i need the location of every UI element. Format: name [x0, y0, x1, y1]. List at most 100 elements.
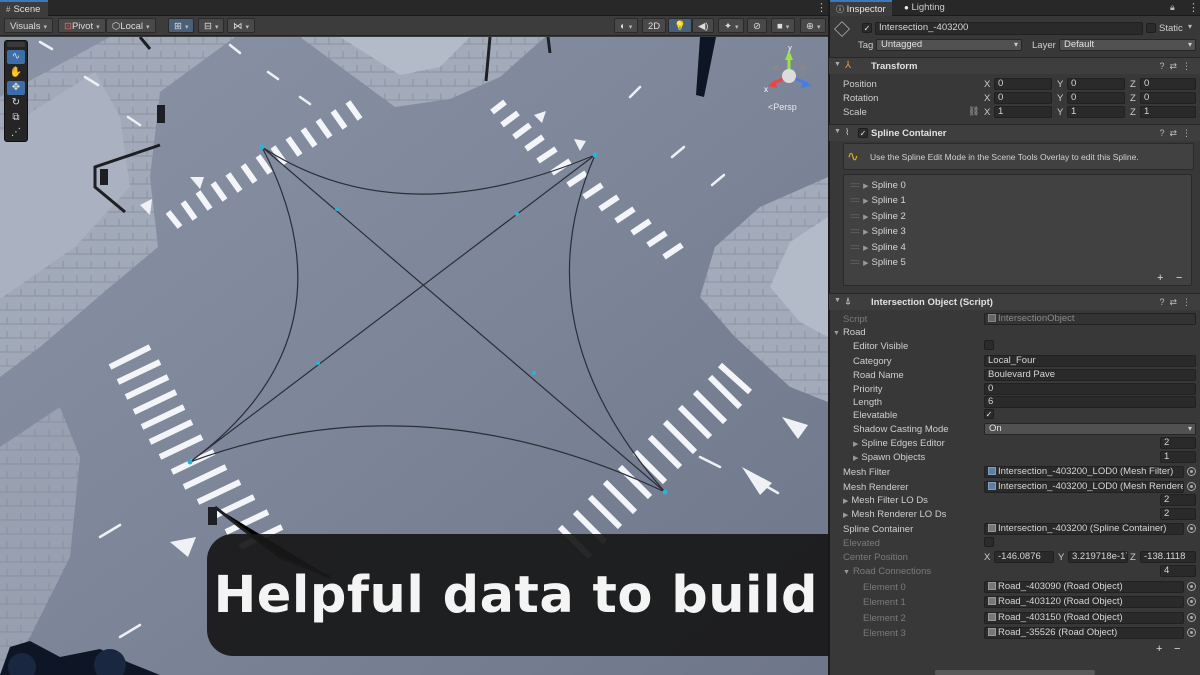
object-picker-icon[interactable] [1187, 628, 1196, 637]
spline-edges-foldout[interactable]: ▶ Spline Edges Editor [853, 438, 945, 449]
list-item[interactable]: == ▶ Spline 3 [850, 226, 906, 237]
shading-dropdown[interactable]: ◐ ▾ [614, 18, 639, 33]
component-header-icons[interactable]: ?⇄⋮ [1159, 128, 1196, 139]
object-picker-icon[interactable] [1187, 524, 1196, 533]
priority-field[interactable]: 0 [984, 383, 1196, 395]
tab-lighting[interactable]: ● Lighting [898, 0, 951, 16]
object-picker-icon[interactable] [1187, 482, 1196, 491]
mesh-renderer-lods-foldout[interactable]: ▶ Mesh Renderer LO Ds [843, 509, 946, 520]
center-z-field[interactable]: -138.1118 [1140, 551, 1196, 563]
lock-icon[interactable]: 🔒︎ [1170, 2, 1175, 13]
lighting-toggle[interactable]: 💡 [668, 18, 692, 33]
audio-toggle[interactable]: ◀) [692, 18, 715, 33]
spline-edges-count[interactable]: 2 [1160, 437, 1196, 449]
hand-tool-icon[interactable]: ✋ [7, 66, 25, 80]
foldout-arrow-icon[interactable]: ▼ [834, 297, 841, 304]
scene-menu-icon[interactable]: ⋮ [816, 1, 827, 15]
effects-dropdown[interactable]: ✦ ▾ [718, 18, 745, 33]
tab-inspector[interactable]: ⓘ Inspector [830, 0, 892, 16]
intersection-object-header[interactable]: ▼ ⍋ Intersection Object (Script) ?⇄⋮ [829, 293, 1200, 310]
object-picker-icon[interactable] [1187, 597, 1196, 606]
road-connection-field[interactable]: Road_-35526 (Road Object) [984, 627, 1184, 639]
transform-header[interactable]: ▼ ⅄ Transform ?⇄⋮ [829, 57, 1200, 74]
list-item[interactable]: == ▶ Spline 2 [850, 211, 906, 222]
road-connections-count[interactable]: 4 [1160, 565, 1196, 577]
road-connection-field[interactable]: Road_-403090 (Road Object) [984, 581, 1184, 593]
position-x-field[interactable]: 0 [994, 78, 1052, 90]
foldout-arrow-icon[interactable]: ▼ [834, 61, 841, 68]
road-connection-field[interactable]: Road_-403120 (Road Object) [984, 596, 1184, 608]
rotation-z-field[interactable]: 0 [1140, 92, 1196, 104]
active-checkbox[interactable]: ✓ [862, 23, 872, 33]
layer-dropdown[interactable]: Default [1059, 39, 1196, 51]
tag-dropdown[interactable]: Untagged [876, 39, 1022, 51]
rotation-x-field[interactable]: 0 [994, 92, 1052, 104]
static-checkbox[interactable] [1146, 23, 1156, 33]
rotation-y-field[interactable]: 0 [1067, 92, 1125, 104]
add-connection-button[interactable]: + [1156, 643, 1162, 655]
road-name-field[interactable]: Boulevard Pave [984, 369, 1196, 381]
move-tool-icon[interactable]: ✥ [7, 81, 25, 95]
increment-snap-button[interactable]: ⊟ ▾ [198, 18, 225, 33]
list-item[interactable]: == ▶ Spline 5 [850, 257, 906, 268]
foldout-arrow-icon[interactable]: ▼ [834, 128, 841, 135]
add-spline-button[interactable]: + [1157, 272, 1163, 284]
scene-view[interactable]: # Scene ⋮ Visuals ▾ ⊡Pivot ▾ ⬡Local ▾ ⊞ ▾ ⊟ ▾ … [0, 0, 989, 675]
scale-y-field[interactable]: 1 [1067, 106, 1125, 118]
spline-container-header[interactable]: ▼ ⌇ ✓ Spline Container ?⇄⋮ [829, 124, 1200, 141]
mesh-filter-lods-count[interactable]: 2 [1160, 494, 1196, 506]
road-foldout[interactable]: ▼ Road [833, 327, 866, 338]
shadow-casting-dropdown[interactable]: On [984, 423, 1196, 435]
inspector-menu-icon[interactable]: ⋮ [1188, 1, 1199, 14]
spawn-objects-foldout[interactable]: ▶ Spawn Objects [853, 452, 925, 463]
scale-x-field[interactable]: 1 [994, 106, 1052, 118]
add-component-button[interactable] [935, 670, 1095, 675]
scale-z-field[interactable]: 1 [1140, 106, 1196, 118]
length-field[interactable]: 6 [984, 396, 1196, 408]
spline-tool-icon[interactable]: ∿ [7, 50, 25, 64]
hidden-objects-toggle[interactable]: ⊘ [747, 18, 767, 33]
align-button[interactable]: ⋈ ▾ [227, 18, 256, 33]
list-item[interactable]: == ▶ Spline 4 [850, 242, 906, 253]
mesh-filter-lods-foldout[interactable]: ▶ Mesh Filter LO Ds [843, 495, 928, 506]
custom-tool-icon[interactable]: ⋰ [7, 126, 25, 140]
mesh-renderer-lods-count[interactable]: 2 [1160, 508, 1196, 520]
spline-container-ref-field[interactable]: Intersection_-403200 (Spline Container) [984, 523, 1184, 535]
position-z-field[interactable]: 0 [1140, 78, 1196, 90]
road-connections-foldout[interactable]: ▼ Road Connections [843, 566, 931, 577]
rotate-tool-icon[interactable]: ↻ [7, 96, 25, 110]
spawn-objects-count[interactable]: 1 [1160, 451, 1196, 463]
visuals-dropdown[interactable]: Visuals ▾ [4, 18, 53, 33]
object-name-field[interactable]: Intersection_-403200 [875, 22, 1143, 35]
local-dropdown[interactable]: ⬡Local ▾ [106, 18, 156, 33]
editor-visible-checkbox[interactable] [984, 340, 994, 350]
object-picker-icon[interactable] [1187, 613, 1196, 622]
tab-scene[interactable]: # Scene [0, 0, 49, 16]
gizmos-dropdown[interactable]: ⊕ ▾ [800, 18, 827, 33]
center-y-field[interactable]: 3.219718e-17 [1068, 551, 1128, 563]
object-picker-icon[interactable] [1187, 582, 1196, 591]
component-header-icons[interactable]: ?⇄⋮ [1159, 61, 1196, 72]
list-item[interactable]: == ▶ Spline 1 [850, 195, 906, 206]
remove-spline-button[interactable]: − [1176, 272, 1182, 284]
component-header-icons[interactable]: ?⇄⋮ [1159, 297, 1196, 308]
center-x-field[interactable]: -146.0876 [994, 551, 1054, 563]
road-connection-field[interactable]: Road_-403150 (Road Object) [984, 612, 1184, 624]
object-picker-icon[interactable] [1187, 467, 1196, 476]
constrain-link-icon[interactable]: ⛓︎ [968, 106, 979, 117]
list-item[interactable]: == ▶ Spline 0 [850, 180, 906, 191]
grid-snap-button[interactable]: ⊞ ▾ [168, 18, 195, 33]
mesh-filter-field[interactable]: Intersection_-403200_LOD0 (Mesh Filter) [984, 466, 1184, 478]
scale-tool-icon[interactable]: ⧉ [7, 111, 25, 125]
persp-label[interactable]: <Persp [768, 102, 797, 112]
static-dropdown-icon[interactable]: ▾ [1188, 22, 1192, 31]
mesh-renderer-field[interactable]: Intersection_-403200_LOD0 (Mesh Renderer… [984, 481, 1184, 493]
spline-container-enabled-checkbox[interactable]: ✓ [858, 128, 868, 138]
category-field[interactable]: Local_Four [984, 355, 1196, 367]
position-y-field[interactable]: 0 [1067, 78, 1125, 90]
elevatable-checkbox[interactable]: ✓ [984, 409, 994, 419]
remove-connection-button[interactable]: − [1174, 643, 1180, 655]
pivot-dropdown[interactable]: ⊡Pivot ▾ [58, 18, 106, 33]
camera-dropdown[interactable]: ■ ▾ [771, 18, 796, 33]
elevated-checkbox[interactable] [984, 537, 994, 547]
